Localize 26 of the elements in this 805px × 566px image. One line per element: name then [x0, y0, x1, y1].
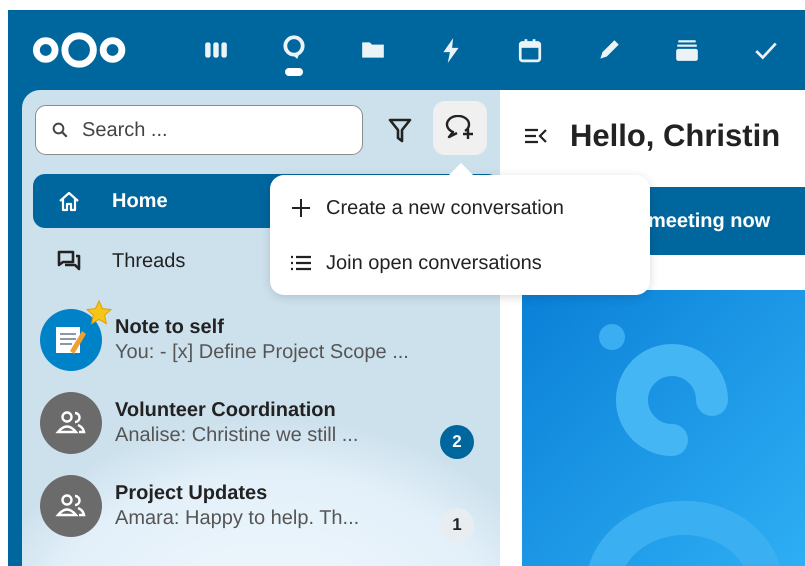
sidebar-toggle-icon[interactable] — [524, 126, 548, 146]
message-preview: Amara: Happy to help. Th... — [115, 506, 360, 530]
conversation-name: Volunteer Coordination — [115, 398, 337, 422]
message-preview: You: - [x] Define Project Scope ... — [115, 340, 409, 364]
filter-icon — [388, 117, 412, 143]
unread-count: 1 — [440, 508, 474, 542]
conversation-item[interactable]: Volunteer Coordination Analise: Christine we still ... 2 — [33, 381, 487, 464]
chat-bubble-icon — [281, 34, 308, 60]
greeting-title: Hello, Christin — [570, 117, 780, 155]
unread-count: 2 — [440, 425, 474, 459]
logo-icon[interactable] — [30, 32, 128, 68]
calendar-icon — [516, 37, 543, 63]
conversation-name: Note to self — [115, 314, 225, 338]
group-avatar-icon — [40, 392, 102, 454]
new-conversation-button[interactable] — [433, 101, 487, 155]
group-avatar-icon — [40, 474, 102, 536]
search-field[interactable]: Search ... — [35, 105, 363, 155]
conversation-item[interactable]: Project Updates Amara: Happy to help. Th... 1 — [33, 464, 487, 547]
conversation-name: Project Updates — [115, 480, 268, 504]
message-preview: Analise: Christine we still ... — [115, 422, 358, 448]
note-avatar-icon — [40, 308, 102, 370]
home-icon — [57, 189, 81, 213]
conversation-item[interactable]: Note to self You: - [x] Define Project Scope ... — [33, 298, 487, 381]
chat-bubbles-icon — [57, 249, 81, 273]
chat-plus-icon — [445, 115, 475, 141]
plus-icon — [290, 196, 312, 218]
